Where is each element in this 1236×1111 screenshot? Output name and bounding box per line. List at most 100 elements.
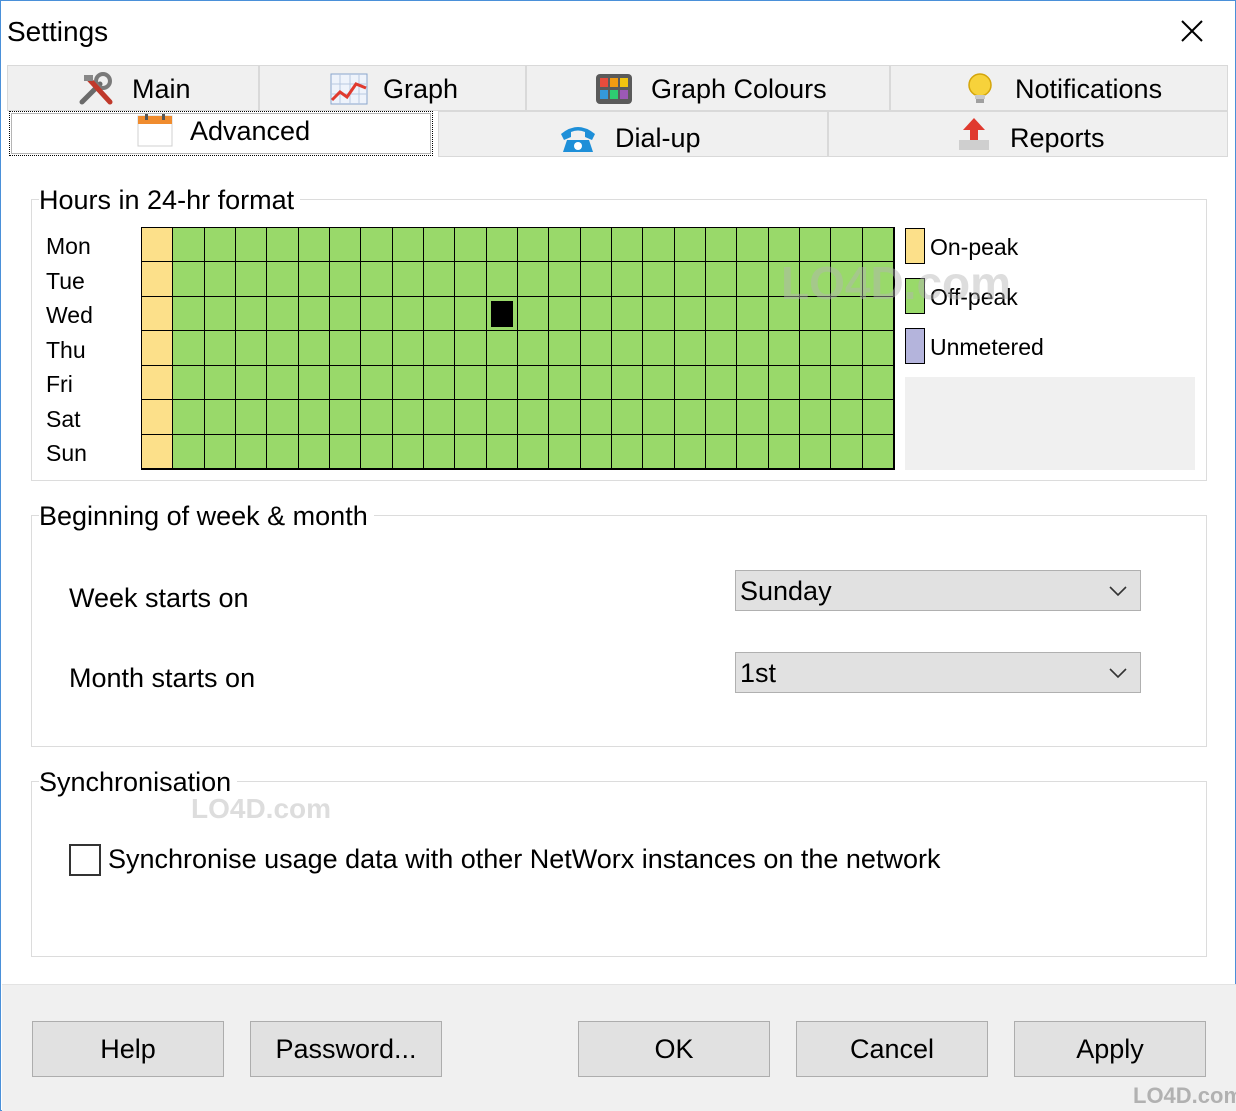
hour-cell[interactable]	[267, 228, 299, 262]
hour-cell[interactable]	[330, 262, 361, 297]
hour-cell[interactable]	[455, 297, 487, 331]
hour-cell[interactable]	[424, 400, 455, 435]
hour-cell[interactable]	[330, 228, 361, 262]
hour-cell[interactable]	[424, 297, 455, 331]
ok-button[interactable]: OK	[578, 1021, 770, 1077]
hour-cell[interactable]	[581, 366, 612, 400]
hour-cell[interactable]	[800, 366, 831, 400]
hour-cell[interactable]	[173, 228, 205, 262]
hour-cell[interactable]	[330, 400, 361, 435]
hour-cell[interactable]	[173, 262, 205, 297]
apply-button[interactable]: Apply	[1014, 1021, 1206, 1077]
hour-cell[interactable]	[424, 228, 455, 262]
hour-cell[interactable]	[769, 400, 800, 435]
hour-cell[interactable]	[361, 228, 393, 262]
hour-cell[interactable]	[267, 435, 299, 469]
close-button[interactable]	[1167, 9, 1217, 53]
hour-cell[interactable]	[643, 435, 675, 469]
hour-cell[interactable]	[675, 331, 706, 366]
hour-cell[interactable]	[142, 228, 173, 262]
hour-cell[interactable]	[330, 435, 361, 469]
hour-cell[interactable]	[393, 366, 424, 400]
hour-cell[interactable]	[236, 400, 267, 435]
hour-cell[interactable]	[737, 297, 769, 331]
hour-cell[interactable]	[549, 435, 581, 469]
hour-cell[interactable]	[518, 400, 549, 435]
hour-cell[interactable]	[518, 262, 549, 297]
hour-cell[interactable]	[675, 262, 706, 297]
hour-cell[interactable]	[173, 435, 205, 469]
hour-cell[interactable]	[424, 331, 455, 366]
hour-cell[interactable]	[863, 435, 894, 469]
hour-cell[interactable]	[487, 366, 518, 400]
hour-cell[interactable]	[549, 366, 581, 400]
hour-cell[interactable]	[142, 297, 173, 331]
hour-cell[interactable]	[393, 435, 424, 469]
hour-cell[interactable]	[361, 331, 393, 366]
hour-cell[interactable]	[393, 297, 424, 331]
hour-cell[interactable]	[142, 331, 173, 366]
hour-cell[interactable]	[518, 331, 549, 366]
hour-cell[interactable]	[769, 435, 800, 469]
hour-cell[interactable]	[518, 435, 549, 469]
hour-cell[interactable]	[706, 400, 737, 435]
hour-cell[interactable]	[675, 400, 706, 435]
hour-cell[interactable]	[236, 297, 267, 331]
hour-cell[interactable]	[675, 366, 706, 400]
month-start-dropdown[interactable]: 1st	[735, 652, 1141, 693]
hour-cell[interactable]	[205, 366, 236, 400]
hour-cell[interactable]	[549, 331, 581, 366]
hour-cell[interactable]	[487, 228, 518, 262]
hour-cell[interactable]	[487, 400, 518, 435]
hour-cell[interactable]	[612, 435, 643, 469]
hour-cell[interactable]	[142, 435, 173, 469]
hour-cell[interactable]	[612, 297, 643, 331]
hour-cell[interactable]	[205, 297, 236, 331]
hour-cell[interactable]	[173, 331, 205, 366]
hour-cell[interactable]	[612, 400, 643, 435]
hour-cell[interactable]	[737, 400, 769, 435]
password-button[interactable]: Password...	[250, 1021, 442, 1077]
hour-cell[interactable]	[205, 262, 236, 297]
hour-cell[interactable]	[393, 400, 424, 435]
hour-cell[interactable]	[205, 435, 236, 469]
hour-cell[interactable]	[267, 262, 299, 297]
hour-cell[interactable]	[643, 331, 675, 366]
hour-cell[interactable]	[769, 366, 800, 400]
hour-cell[interactable]	[643, 262, 675, 297]
hour-cell[interactable]	[863, 400, 894, 435]
hour-cell[interactable]	[267, 297, 299, 331]
hour-cell[interactable]	[831, 435, 863, 469]
hour-cell[interactable]	[612, 262, 643, 297]
help-button[interactable]: Help	[32, 1021, 224, 1077]
hour-cell[interactable]	[549, 297, 581, 331]
hour-cell[interactable]	[455, 366, 487, 400]
hour-cell[interactable]	[299, 366, 330, 400]
tab-graph[interactable]: Graph	[259, 65, 526, 111]
hour-cell[interactable]	[267, 400, 299, 435]
hour-cell[interactable]	[643, 366, 675, 400]
hour-cell[interactable]	[330, 331, 361, 366]
hour-cell[interactable]	[706, 435, 737, 469]
hour-cell[interactable]	[393, 262, 424, 297]
hour-cell[interactable]	[706, 228, 737, 262]
tab-dial-up[interactable]: Dial-up	[438, 111, 828, 157]
hour-cell[interactable]	[299, 400, 330, 435]
hour-cell[interactable]	[361, 435, 393, 469]
hour-cell[interactable]	[518, 297, 549, 331]
hour-cell[interactable]	[299, 435, 330, 469]
hour-cell[interactable]	[142, 262, 173, 297]
hour-cell[interactable]	[831, 331, 863, 366]
unmetered-swatch[interactable]	[905, 328, 925, 364]
hour-cell[interactable]	[518, 366, 549, 400]
hour-cell[interactable]	[330, 366, 361, 400]
hour-cell[interactable]	[612, 331, 643, 366]
cancel-button[interactable]: Cancel	[796, 1021, 988, 1077]
hour-cell[interactable]	[455, 435, 487, 469]
hour-cell[interactable]	[142, 400, 173, 435]
hour-cell[interactable]	[173, 400, 205, 435]
hour-cell[interactable]	[706, 331, 737, 366]
hour-cell[interactable]	[518, 228, 549, 262]
hour-cell[interactable]	[800, 435, 831, 469]
hour-cell[interactable]	[205, 228, 236, 262]
